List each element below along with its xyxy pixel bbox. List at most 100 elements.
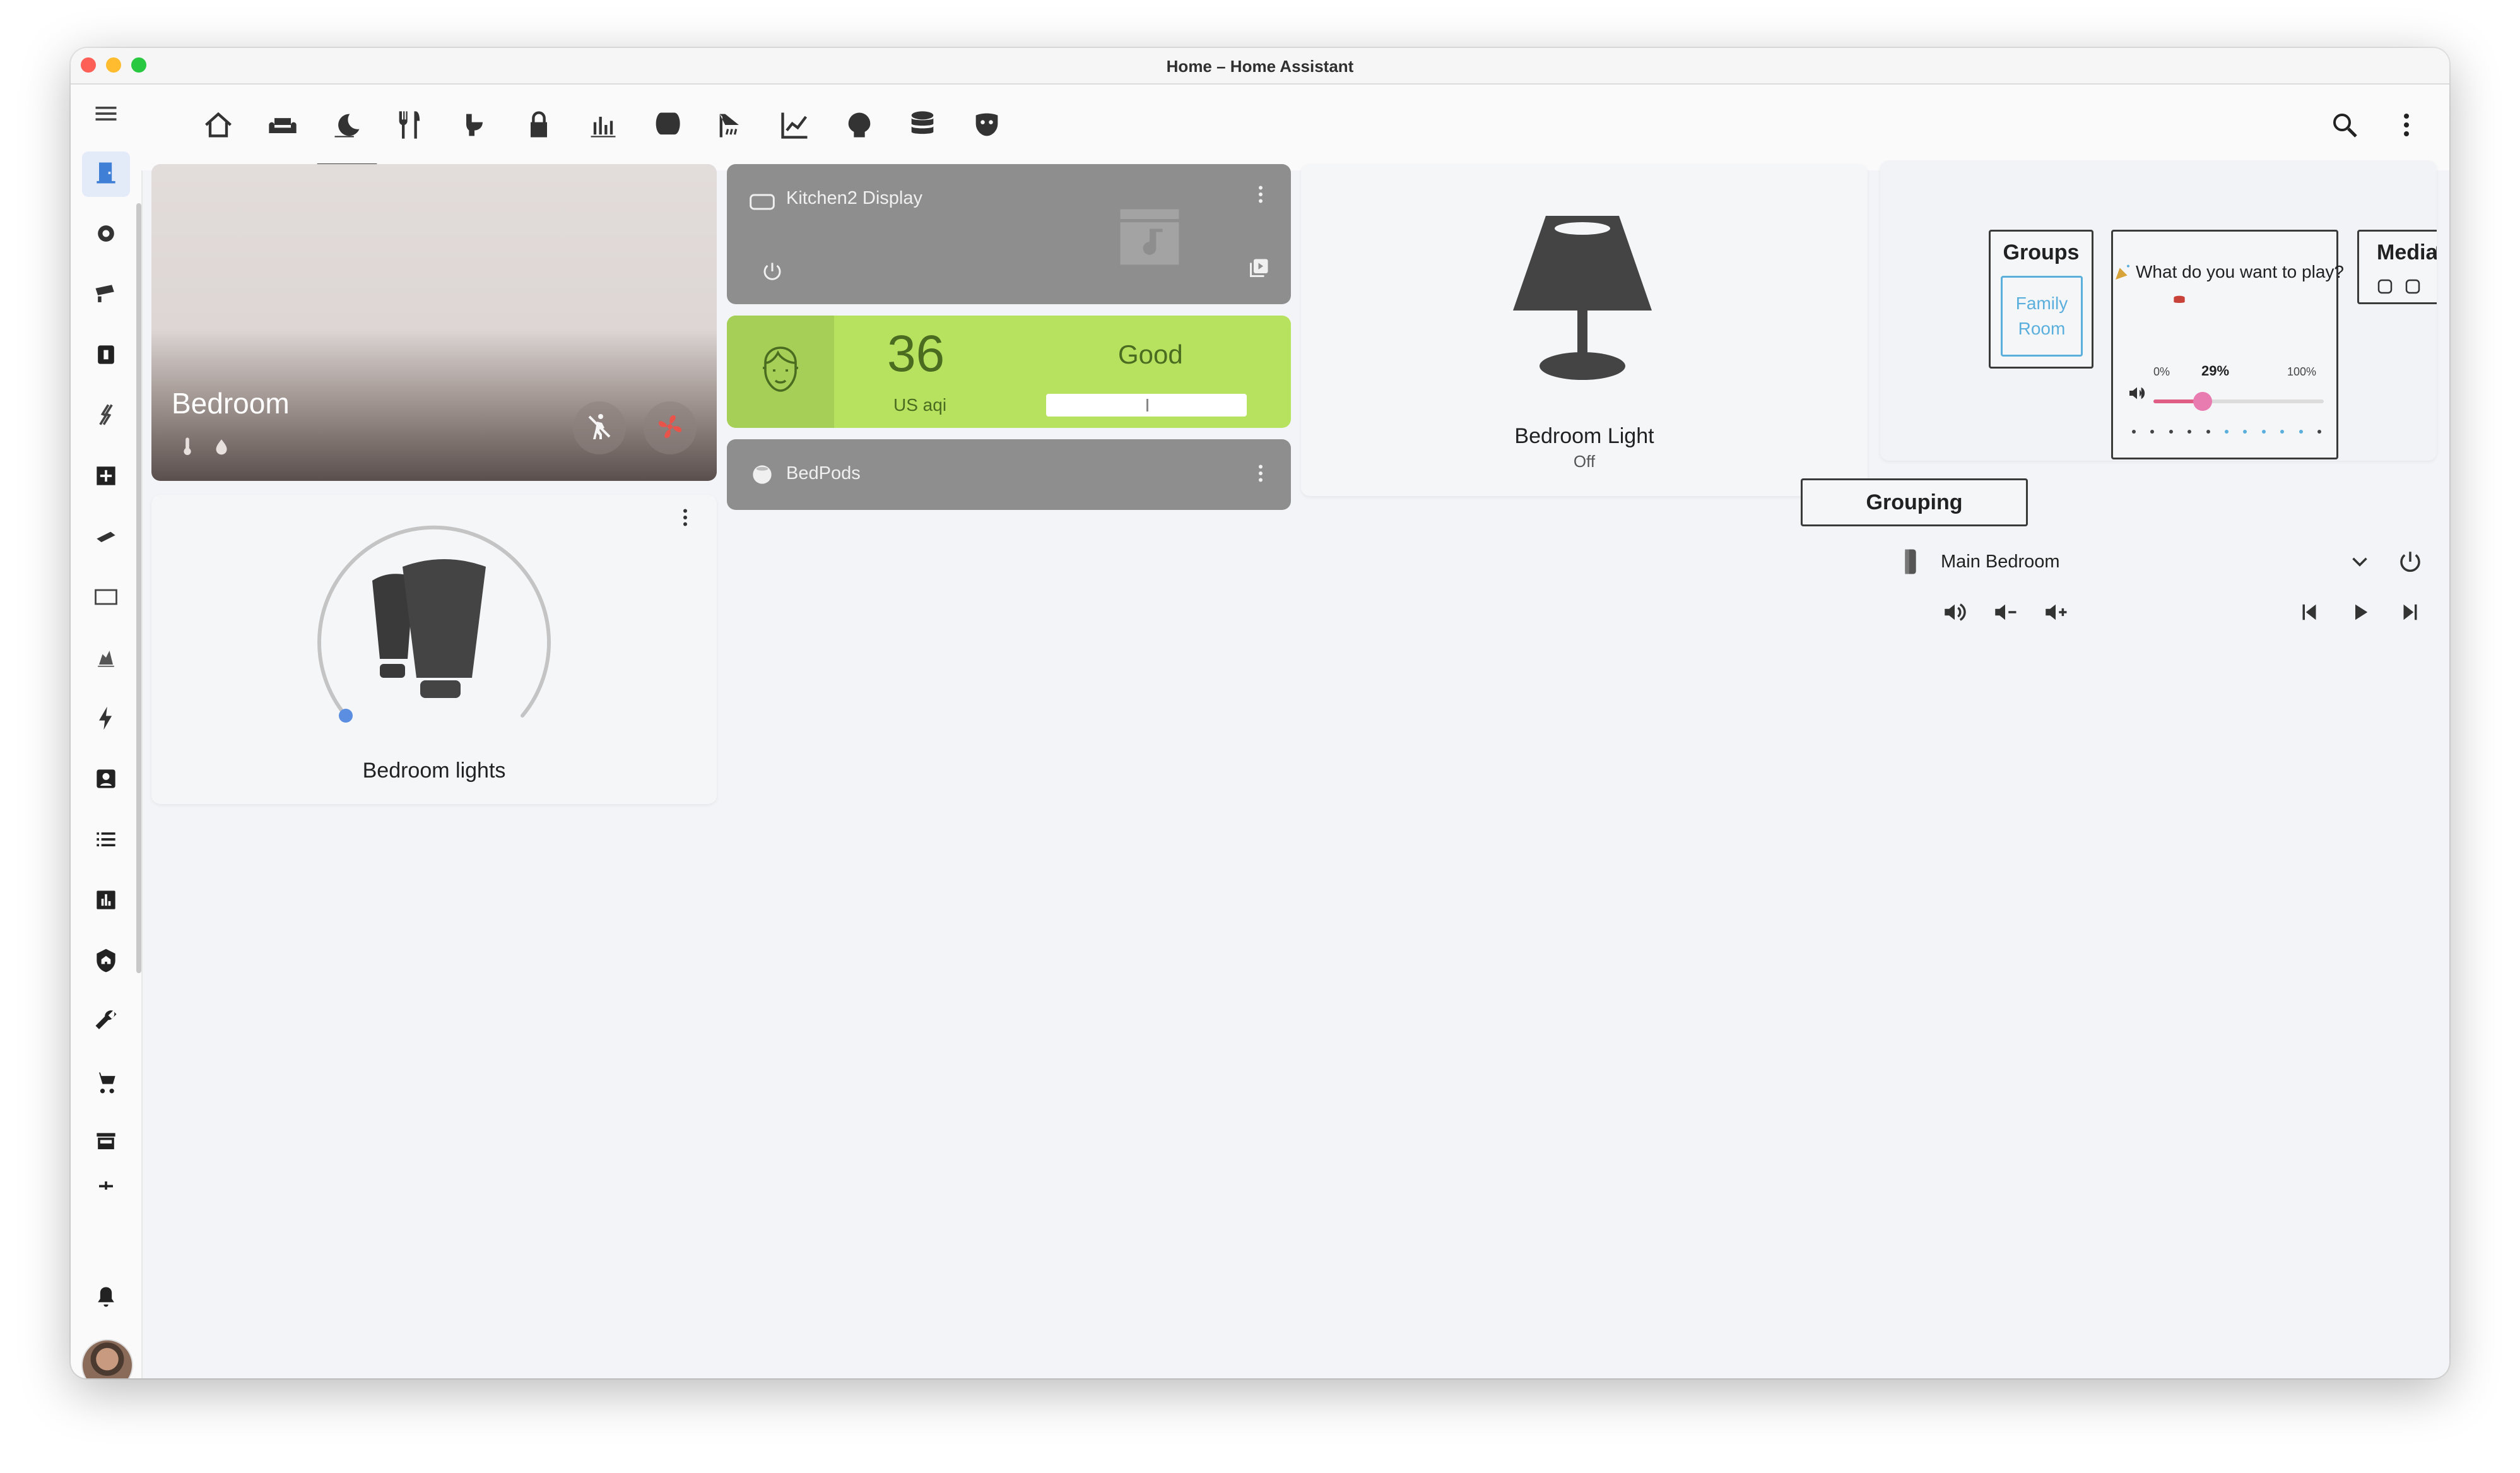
dots-vertical-icon <box>674 506 697 532</box>
emoji-dot[interactable] <box>2243 430 2247 434</box>
play-button[interactable] <box>2342 596 2377 631</box>
tab-locks[interactable] <box>514 106 564 146</box>
volume-min-label: 0% <box>2153 365 2170 378</box>
database-icon <box>906 109 939 145</box>
media-card-bedpods[interactable]: BedPods <box>727 439 1291 510</box>
tab-bedroom[interactable] <box>317 106 377 167</box>
tab-stats[interactable] <box>578 106 628 146</box>
sidebar-item-history[interactable] <box>82 878 130 924</box>
tab-bathroom[interactable] <box>449 106 500 146</box>
sidebar-item-shopping[interactable] <box>82 1060 130 1106</box>
emoji-dot[interactable] <box>2206 430 2210 434</box>
title-bar: Home – Home Assistant <box>71 48 2449 85</box>
menu-icon[interactable] <box>82 91 130 136</box>
speaker-square-icon[interactable] <box>2403 277 2422 299</box>
light-card-menu-button[interactable] <box>671 505 699 533</box>
sidebar-item-flow[interactable] <box>82 394 130 439</box>
emoji-dot[interactable] <box>2132 430 2136 434</box>
search-button[interactable] <box>2324 106 2365 146</box>
brightness-dial[interactable] <box>309 518 559 732</box>
fan-toggle-button[interactable] <box>644 401 697 454</box>
next-track-button[interactable] <box>2393 596 2428 631</box>
sidebar-scrollbar[interactable] <box>136 203 141 973</box>
sidebar-item-music[interactable] <box>82 333 130 379</box>
sidebar-item-door[interactable] <box>82 151 130 197</box>
tab-database[interactable] <box>897 106 948 146</box>
aqi-card[interactable]: 36 US aqi Good <box>727 316 1291 428</box>
emoji-dot[interactable] <box>2317 430 2321 434</box>
fan-icon <box>655 411 685 445</box>
media-browse-button[interactable] <box>1245 255 1273 283</box>
tab-home[interactable] <box>193 106 244 146</box>
skip-previous-icon <box>2296 599 2323 629</box>
light-card-bedroom-lights[interactable]: Bedroom lights <box>151 495 717 804</box>
groups-title: Groups <box>2003 240 2080 264</box>
volume-down-button[interactable] <box>1987 596 2023 631</box>
tab-living-room[interactable] <box>257 106 308 146</box>
player-power-button[interactable] <box>2393 545 2428 581</box>
volume-high-icon[interactable] <box>2127 383 2147 406</box>
bedpods-menu-button[interactable] <box>1247 461 1275 488</box>
emoji-row <box>2132 429 2321 435</box>
grouping-button[interactable]: Grouping <box>1801 478 2028 526</box>
tab-shower[interactable] <box>705 106 756 146</box>
aqi-level: Good <box>1118 340 1183 369</box>
previous-track-button[interactable] <box>2292 596 2327 631</box>
robot-vacuum-icon <box>92 220 120 251</box>
emoji-dot[interactable] <box>2299 430 2303 434</box>
sidebar-item-rectangle[interactable] <box>82 576 130 621</box>
area-card-bedroom[interactable]: Bedroom <box>151 164 717 481</box>
player-expand-button[interactable] <box>2342 545 2377 581</box>
brightness-handle[interactable] <box>339 709 353 723</box>
volume-up-button[interactable] <box>2038 596 2073 631</box>
search-panel: What do you want to play? 0% 29% 100% <box>2111 230 2344 459</box>
overflow-menu-button[interactable] <box>2386 106 2427 146</box>
volume-slider-thumb[interactable] <box>2193 392 2213 411</box>
volume-high-icon <box>1941 599 1968 629</box>
light-name: Bedroom lights <box>362 759 506 783</box>
avatar[interactable] <box>81 1339 133 1378</box>
hacs-icon <box>92 1128 120 1159</box>
volume-slider[interactable] <box>2153 392 2324 411</box>
tab-trends[interactable] <box>770 106 820 146</box>
emoji-dot[interactable] <box>2280 430 2285 434</box>
sidebar-item-calendar[interactable] <box>82 454 130 500</box>
view-tab-bar <box>141 85 2449 170</box>
sidebar-item-remote[interactable] <box>82 515 130 560</box>
tab-kitchen[interactable] <box>385 106 435 146</box>
play-box-multiple-icon <box>1248 256 1271 282</box>
emoji-dot[interactable] <box>2150 430 2155 434</box>
media-stack-card: Groups Family Room What do you want to pl… <box>1880 160 2437 461</box>
emoji-dot[interactable] <box>2224 430 2229 434</box>
tab-supplies[interactable] <box>641 106 692 146</box>
media-card-menu-button[interactable] <box>1247 182 1275 210</box>
sidebar-item-people[interactable] <box>82 757 130 803</box>
sidebar-item-logbook[interactable] <box>82 818 130 863</box>
tab-theater[interactable] <box>962 106 1012 146</box>
chart-box-icon <box>92 886 120 917</box>
sidebar-item-developer[interactable] <box>82 1000 130 1045</box>
homepod-icon <box>748 461 776 492</box>
sidebar-item-robot[interactable] <box>82 636 130 682</box>
face-man-icon <box>750 340 811 404</box>
power-button[interactable] <box>752 252 792 293</box>
sidebar-item-vacuum[interactable] <box>82 212 130 257</box>
sidebar-item-cctv[interactable] <box>82 273 130 318</box>
sidebar-item-notifications[interactable] <box>82 1276 130 1322</box>
sidebar-item-energy[interactable] <box>82 697 130 742</box>
sidebar-item-hacs[interactable] <box>82 1121 130 1166</box>
group-chip-family-room[interactable]: Family Room <box>2001 276 2083 357</box>
emoji-dot[interactable] <box>2187 430 2192 434</box>
tab-brain[interactable] <box>834 106 885 146</box>
sidebar-item-security[interactable] <box>82 939 130 985</box>
motion-toggle-button[interactable] <box>573 401 626 454</box>
volume-mute-button[interactable] <box>1937 596 1972 631</box>
light-card-bedroom-light[interactable]: Bedroom Light Off <box>1301 164 1868 496</box>
emoji-dot[interactable] <box>2169 430 2173 434</box>
player-name: Main Bedroom <box>1941 552 2060 572</box>
speaker-square-icon[interactable] <box>2376 277 2394 299</box>
sidebar-item-partial[interactable] <box>82 1181 130 1200</box>
media-play-icon[interactable] <box>2434 242 2437 266</box>
media-card-kitchen2-display[interactable]: Kitchen2 Display <box>727 164 1291 304</box>
emoji-dot[interactable] <box>2261 430 2266 434</box>
